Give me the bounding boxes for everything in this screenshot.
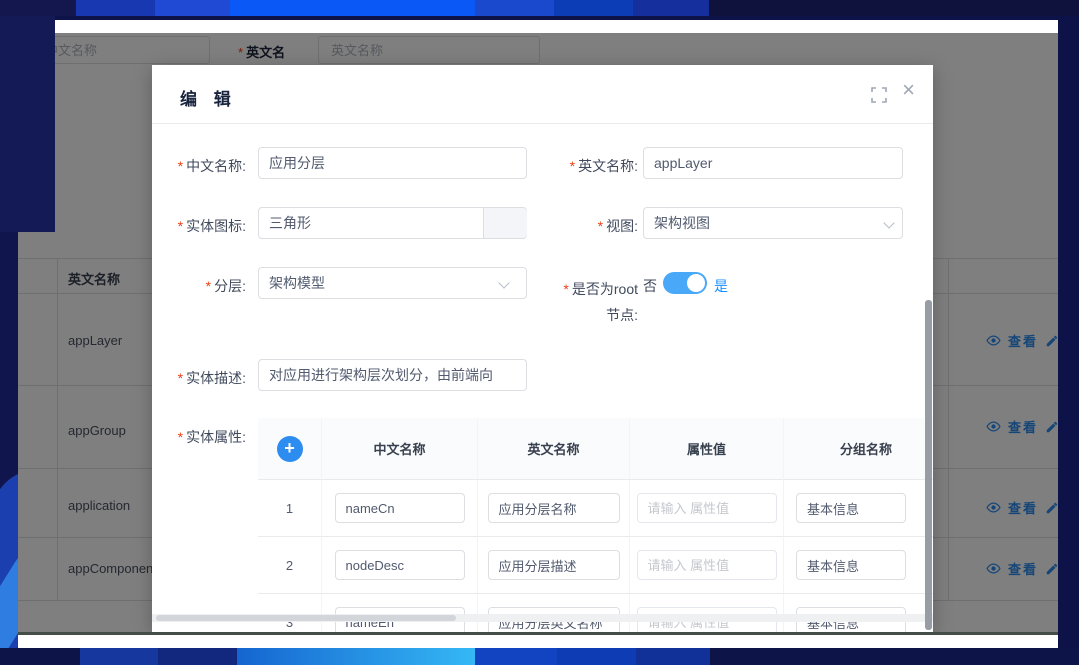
icon-picker-button[interactable] xyxy=(483,208,527,238)
dialog-title: 编 辑 xyxy=(180,85,237,110)
row-index: 1 xyxy=(286,501,293,516)
field-label-attrs: *实体属性: xyxy=(162,427,246,447)
field-label-layer: *分层: xyxy=(162,276,246,296)
desc-input[interactable] xyxy=(258,359,527,391)
field-label-desc: *实体描述: xyxy=(162,368,246,388)
vertical-scrollbar-thumb[interactable] xyxy=(925,300,932,630)
attr-group-input[interactable] xyxy=(796,550,906,580)
attribute-table: + 中文名称 英文名称 属性值 分组名称 1 2 3 xyxy=(258,418,933,632)
attr-col1-input[interactable] xyxy=(335,493,465,523)
is-root-toggle[interactable] xyxy=(663,272,707,294)
attr-col-group: 分组名称 xyxy=(784,418,933,480)
desktop-bottom-band xyxy=(0,648,1079,665)
fullscreen-icon[interactable] xyxy=(871,87,887,108)
attr-col2-input[interactable] xyxy=(488,493,620,523)
name-cn-input[interactable] xyxy=(258,147,527,179)
layer-select[interactable] xyxy=(258,267,527,299)
close-icon[interactable]: × xyxy=(902,79,915,101)
desktop-top-band xyxy=(0,0,1079,16)
attr-value-input[interactable] xyxy=(637,550,777,580)
attribute-row: 3 xyxy=(258,594,933,632)
attr-col1-input[interactable] xyxy=(335,550,465,580)
desktop-left-column xyxy=(0,0,55,232)
attr-value-input[interactable] xyxy=(637,493,777,523)
attribute-row: 1 xyxy=(258,480,933,537)
attribute-row: 2 xyxy=(258,537,933,594)
field-label-entity-icon: *实体图标: xyxy=(162,216,246,236)
field-label-name-en: *英文名称: xyxy=(548,156,638,176)
attr-col-name-en: 英文名称 xyxy=(478,418,630,480)
attribute-table-header: + 中文名称 英文名称 属性值 分组名称 xyxy=(258,418,933,480)
toggle-knob xyxy=(687,274,705,292)
add-attribute-button[interactable]: + xyxy=(277,436,303,462)
attr-col2-input[interactable] xyxy=(488,550,620,580)
attr-col-name-cn: 中文名称 xyxy=(322,418,478,480)
horizontal-scrollbar[interactable] xyxy=(152,614,933,622)
horizontal-scrollbar-thumb[interactable] xyxy=(156,615,456,621)
dialog-header: 编 辑 × xyxy=(152,65,933,124)
toggle-off-label: 否 xyxy=(643,276,657,296)
attr-col-value: 属性值 xyxy=(630,418,784,480)
field-label-name-cn: *中文名称: xyxy=(162,156,246,176)
attr-group-input[interactable] xyxy=(796,493,906,523)
toggle-on-label: 是 xyxy=(714,276,728,296)
name-en-input[interactable] xyxy=(643,147,903,179)
view-select[interactable] xyxy=(643,207,903,239)
field-label-is-root: *是否为root节点: xyxy=(558,276,638,328)
field-label-view: *视图: xyxy=(548,216,638,236)
edit-dialog: 编 辑 × *中文名称: *英文名称: *实体图标: *视图: xyxy=(152,65,933,632)
row-index: 2 xyxy=(286,558,293,573)
app-window: *英文名 英文名称 appLayer appGroup application … xyxy=(18,20,1058,650)
